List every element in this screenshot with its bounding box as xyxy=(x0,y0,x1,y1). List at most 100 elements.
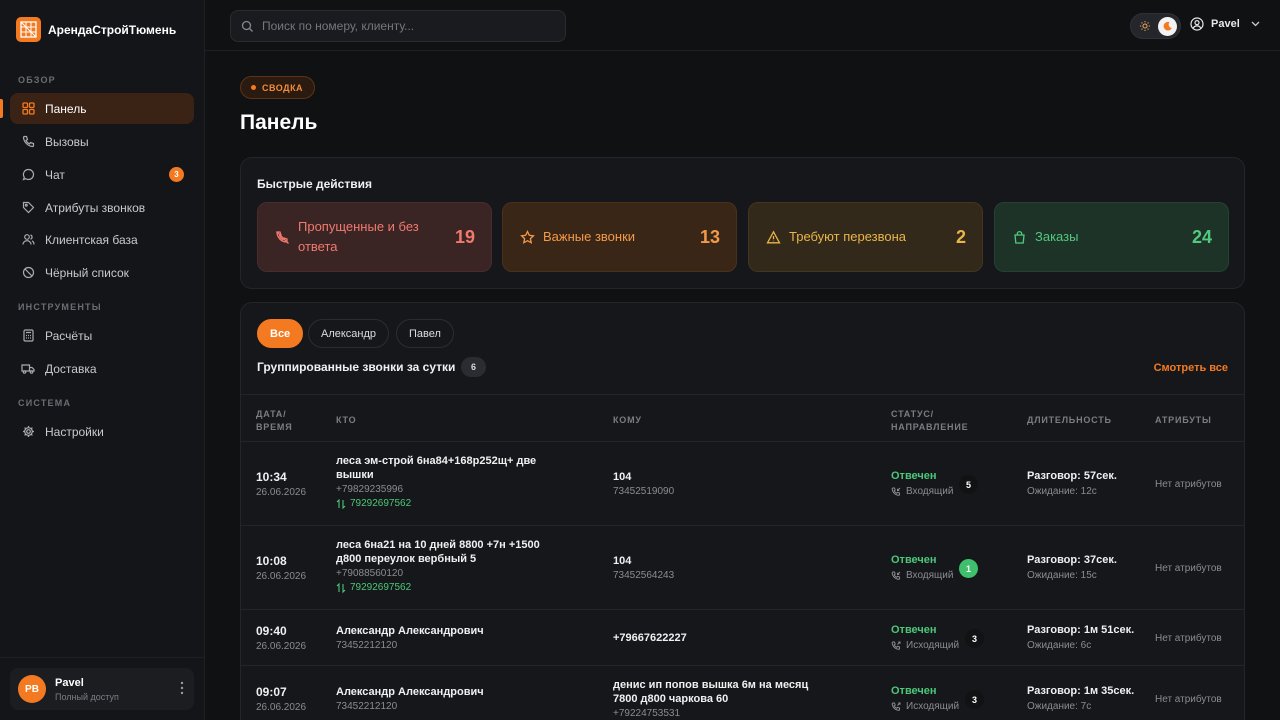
sidebar-item-settings[interactable]: Настройки xyxy=(10,416,194,447)
brand[interactable]: АрендаСтройТюмень xyxy=(16,17,176,42)
bag-icon xyxy=(1012,230,1027,245)
quick-action-label: Заказы xyxy=(1035,229,1079,244)
incoming-call-icon xyxy=(891,571,901,581)
quick-action-count: 13 xyxy=(699,226,720,247)
caller-name: леса эм-строй 6на84+168р252щ+ две вышки xyxy=(336,455,537,481)
call-attributes: Нет атрибутов xyxy=(1155,479,1222,490)
column-status-line2: НАПРАВЛЕНИЕ xyxy=(891,422,969,432)
theme-toggle[interactable] xyxy=(1130,13,1181,39)
callee-main: денис ип попов вышка 6м на месяц 7800 д8… xyxy=(613,679,809,705)
gear-icon xyxy=(21,425,35,439)
star-icon xyxy=(520,229,535,245)
sidebar-item-calculations[interactable]: Расчёты xyxy=(10,320,194,351)
section-label-system: СИСТЕМА xyxy=(18,398,72,408)
column-status[interactable]: СТАТУС/ НАПРАВЛЕНИЕ xyxy=(891,408,968,434)
status-text: Отвечен xyxy=(891,470,937,482)
call-date: 26.06.2026 xyxy=(256,487,307,498)
call-to: 104 73452564243 xyxy=(613,554,674,581)
sidebar-item-blacklist[interactable]: Чёрный список xyxy=(10,257,194,288)
call-to: денис ип попов вышка 6м на месяц 7800 д8… xyxy=(613,678,813,719)
ban-icon xyxy=(21,266,35,280)
talk-duration: Разговор: 57сек. xyxy=(1027,470,1117,482)
call-time: 09:40 xyxy=(256,624,287,638)
chat-unread-badge: 3 xyxy=(169,167,184,182)
view-all-link[interactable]: Смотреть все xyxy=(1154,362,1228,374)
talk-duration: Разговор: 1м 35сек. xyxy=(1027,685,1135,697)
brand-name: АрендаСтройТюмень xyxy=(48,22,177,37)
talk-duration: Разговор: 1м 51сек. xyxy=(1027,624,1135,636)
table-row[interactable]: 09:07 26.06.2026 Александр Александрович… xyxy=(241,666,1244,720)
column-who[interactable]: КТО xyxy=(336,414,356,427)
quick-action-label: Пропущенные и без ответа xyxy=(298,219,419,254)
column-to[interactable]: КОМУ xyxy=(613,414,642,427)
call-who: Александр Александрович 73452212120 xyxy=(336,624,551,651)
quick-action-important[interactable]: Важные звонки 13 xyxy=(502,202,737,272)
callee-main: 104 xyxy=(613,555,632,567)
search-box[interactable] xyxy=(230,10,566,42)
column-datetime[interactable]: ДАТА/ ВРЕМЯ xyxy=(256,408,292,434)
call-group-count: 3 xyxy=(965,629,984,648)
talk-duration: Разговор: 37сек. xyxy=(1027,554,1117,566)
callee-sub: 73452564243 xyxy=(613,570,675,581)
wait-duration: Ожидание: 12с xyxy=(1027,486,1097,497)
call-date: 26.06.2026 xyxy=(256,702,307,713)
column-status-line1: СТАТУС/ xyxy=(891,409,934,419)
sidebar-item-delivery[interactable]: Доставка xyxy=(10,353,194,384)
transfer-arrows-icon xyxy=(336,498,346,509)
transfer-number[interactable]: 79292697562 xyxy=(336,498,551,509)
sidebar: АрендаСтройТюмень ОБЗОР Панель Вызовы Ча… xyxy=(0,0,205,720)
user-circle-icon xyxy=(1190,17,1204,31)
call-status: Отвечен Входящий xyxy=(891,470,953,497)
filter-pavel-button[interactable]: Павел xyxy=(396,319,454,348)
call-duration: Разговор: 1м 35сек. Ожидание: 7с xyxy=(1027,685,1134,712)
moon-icon xyxy=(1158,17,1177,36)
caller-phone: 73452212120 xyxy=(336,640,398,651)
quick-action-orders[interactable]: Заказы 24 xyxy=(994,202,1229,272)
wait-duration: Ожидание: 15с xyxy=(1027,570,1097,581)
more-vertical-icon[interactable] xyxy=(180,681,184,695)
direction: Входящий xyxy=(891,486,953,497)
quick-action-callback[interactable]: Требуют перезвона 2 xyxy=(748,202,983,272)
column-datetime-line2: ВРЕМЯ xyxy=(256,422,293,432)
transfer-number[interactable]: 79292697562 xyxy=(336,582,551,593)
column-duration[interactable]: ДЛИТЕЛЬНОСТЬ xyxy=(1027,414,1112,427)
filter-alexander-button[interactable]: Александр xyxy=(308,319,390,348)
sidebar-item-clients[interactable]: Клиентская база xyxy=(10,224,194,255)
direction: Входящий xyxy=(891,570,953,581)
sidebar-item-calls[interactable]: Вызовы xyxy=(10,126,194,157)
quick-action-label: Требуют перезвона xyxy=(789,229,907,244)
call-duration: Разговор: 57сек. Ожидание: 12с xyxy=(1027,470,1117,497)
quick-action-missed[interactable]: Пропущенные и без ответа 19 xyxy=(257,202,492,272)
dashboard-icon xyxy=(21,102,35,116)
caller-name: Александр Александрович xyxy=(336,686,484,698)
users-icon xyxy=(21,233,35,247)
direction-text: Исходящий xyxy=(906,640,960,651)
call-date: 26.06.2026 xyxy=(256,641,307,652)
filter-all-button[interactable]: Все xyxy=(257,319,304,348)
transfer-arrows-icon xyxy=(336,582,346,593)
account-menu[interactable]: Pavel xyxy=(1190,17,1260,31)
sidebar-item-label: Чёрный список xyxy=(45,265,129,280)
sidebar-item-chat[interactable]: Чат 3 xyxy=(10,159,194,190)
quick-actions-card: Быстрые действия Пропущенные и без ответ… xyxy=(240,157,1245,289)
sidebar-item-dashboard[interactable]: Панель xyxy=(0,93,194,124)
outgoing-call-icon xyxy=(891,641,901,651)
search-input[interactable] xyxy=(262,19,552,33)
callee-main: +79667622227 xyxy=(613,632,687,644)
column-datetime-line1: ДАТА/ xyxy=(256,409,287,419)
table-row[interactable]: 10:34 26.06.2026 леса эм-строй 6на84+168… xyxy=(241,442,1244,526)
sidebar-item-label: Доставка xyxy=(45,361,97,376)
call-to: 104 73452519090 xyxy=(613,470,674,497)
sidebar-item-call-attributes[interactable]: Атрибуты звонков xyxy=(10,192,194,223)
user-role: Полный доступ xyxy=(55,691,119,702)
pill-dot xyxy=(251,85,256,90)
table-row[interactable]: 10:08 26.06.2026 леса 6на21 на 10 дней 8… xyxy=(241,526,1244,610)
callee-sub: +79224753531 xyxy=(613,708,681,719)
call-status: Отвечен Исходящий xyxy=(891,685,959,712)
column-attributes[interactable]: АТРИБУТЫ xyxy=(1155,414,1212,427)
table-row[interactable]: 09:40 26.06.2026 Александр Александрович… xyxy=(241,610,1244,666)
avatar: PB xyxy=(18,675,46,703)
call-group-count: 5 xyxy=(959,475,978,494)
search-icon xyxy=(241,20,254,33)
user-card[interactable]: PB Pavel Полный доступ xyxy=(10,668,194,710)
